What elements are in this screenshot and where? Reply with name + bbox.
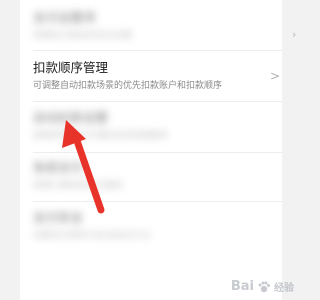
settings-item-payment[interactable]: 支付设置项 管理支付相关的安全设置 [20, 10, 282, 50]
settings-item-subtitle: 管理小额免密支付服务 [33, 181, 124, 191]
divider [33, 152, 282, 153]
settings-item-title: 免密支付 [33, 160, 84, 175]
paw-icon [258, 281, 270, 292]
settings-item-text: 支付安全 设置支付密码与安全验证方式 [33, 210, 150, 242]
settings-screen: 支付设置项 管理支付相关的安全设置 扣款顺序管理 可调整自动扣款场景的优先扣款账… [0, 0, 300, 300]
settings-item-subtitle: 查看和管理已开通的自动扣款服务 [33, 131, 169, 141]
settings-item-subtitle: 设置支付密码与安全验证方式 [33, 231, 151, 241]
settings-item-deduction-order[interactable]: 扣款顺序管理 可调整自动扣款场景的优先扣款账户和扣款顺序 > [20, 60, 282, 100]
settings-item-subtitle: 管理支付相关的安全设置 [33, 31, 133, 41]
settings-item-password-free[interactable]: 免密支付 管理小额免密支付服务 [20, 160, 282, 200]
baidu-jingyan-watermark: Bai 经验 [231, 279, 294, 294]
settings-item-text: 扣款顺序管理 可调整自动扣款场景的优先扣款账户和扣款顺序 [33, 60, 222, 92]
settings-item-title: 支付安全 [33, 210, 84, 225]
watermark-suffix: 经验 [274, 283, 294, 294]
settings-item-text: 支付设置项 管理支付相关的安全设置 [33, 10, 132, 42]
chevron-right-icon: > [269, 69, 280, 83]
deduction-order-subtitle: 可调整自动扣款场景的优先扣款账户和扣款顺序 [33, 81, 223, 91]
settings-item-title: 支付设置项 [33, 10, 96, 25]
settings-item-security[interactable]: 支付安全 设置支付密码与安全验证方式 [20, 210, 282, 250]
settings-item-auto-deduction[interactable]: 自动扣款设置 查看和管理已开通的自动扣款服务 [20, 110, 282, 150]
chevron-right-icon: › [292, 28, 297, 41]
deduction-order-title: 扣款顺序管理 [33, 60, 109, 75]
settings-item-text: 自动扣款设置 查看和管理已开通的自动扣款服务 [33, 110, 168, 142]
divider [33, 201, 282, 202]
watermark-text: Bai [230, 279, 254, 294]
settings-item-title: 自动扣款设置 [33, 110, 109, 125]
divider [33, 50, 282, 51]
divider [33, 101, 282, 102]
settings-panel: 支付设置项 管理支付相关的安全设置 扣款顺序管理 可调整自动扣款场景的优先扣款账… [20, 0, 282, 300]
settings-item-text: 免密支付 管理小额免密支付服务 [33, 160, 123, 192]
